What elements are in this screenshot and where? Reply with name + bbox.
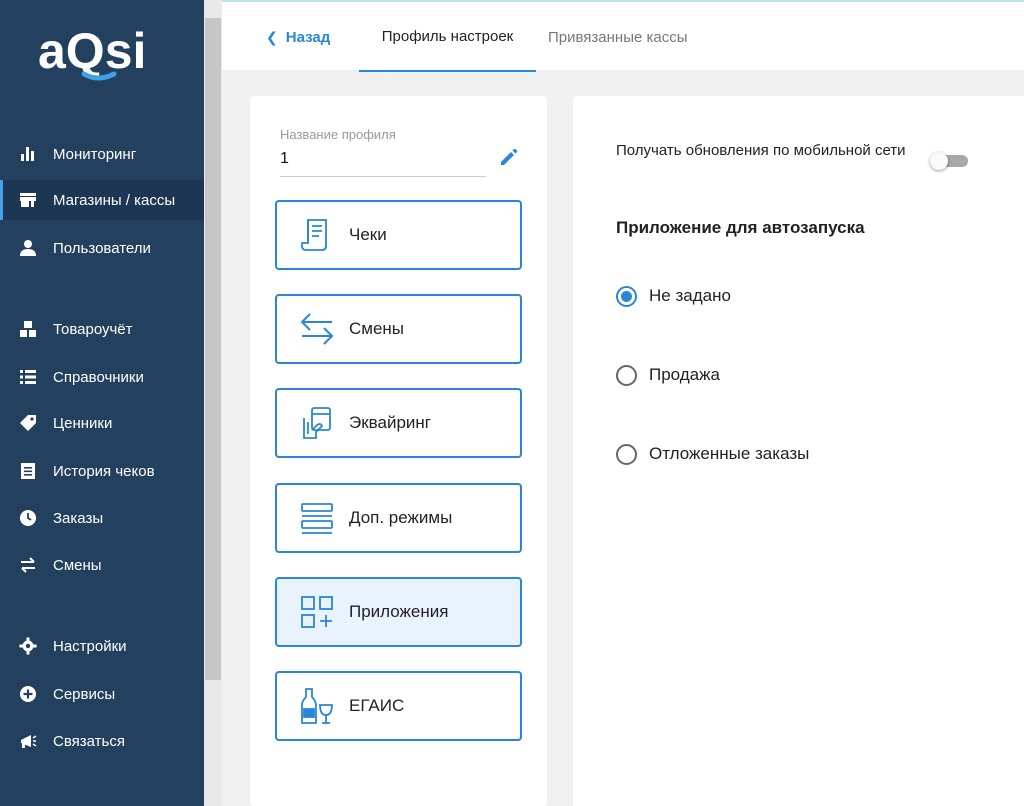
sidebar-item-label: Настройки: [53, 637, 127, 655]
category-label: Эквайринг: [349, 413, 431, 432]
receipt-icon: [18, 461, 38, 481]
card-hand-icon: [297, 403, 337, 443]
tab-linked-registers[interactable]: Привязанные кассы: [548, 2, 688, 72]
sidebar-item-directories[interactable]: Справочники: [0, 357, 204, 397]
sidebar-item-label: Пользователи: [53, 239, 151, 257]
category-extra-modes-button[interactable]: Доп. режимы: [275, 483, 522, 553]
tag-icon: [18, 413, 38, 433]
top-tab-bar: ❮ Назад Профиль настроек Привязанные кас…: [222, 0, 1024, 72]
profile-categories-panel: Название профиля 1 Чеки Смены Эквайринг …: [250, 96, 547, 806]
sidebar-item-label: Сервисы: [53, 685, 116, 703]
back-link-label: Назад: [285, 28, 331, 46]
radio-button[interactable]: [616, 285, 637, 307]
svg-text:aQsi: aQsi: [38, 23, 146, 79]
sidebar-item-label: Справочники: [53, 368, 144, 386]
sidebar-item-label: Товароучёт: [53, 320, 133, 338]
sidebar-item-stores[interactable]: Магазины / кассы: [0, 180, 204, 220]
category-receipts-button[interactable]: Чеки: [275, 200, 522, 270]
sidebar-item-orders[interactable]: Заказы: [0, 498, 204, 538]
category-label: Приложения: [349, 602, 449, 621]
pencil-icon[interactable]: [498, 146, 520, 168]
sidebar: aQsi Мониторинг Магазины / кассы Пользов…: [0, 0, 204, 806]
arrows-swap-icon: [297, 309, 337, 349]
category-shifts-button[interactable]: Смены: [275, 294, 522, 364]
megaphone-icon: [18, 731, 38, 751]
autostart-option-sale[interactable]: Продажа: [616, 362, 720, 388]
swap-icon: [18, 555, 38, 575]
receipt-doc-icon: [297, 215, 337, 255]
autostart-option-deferred-orders[interactable]: Отложенные заказы: [616, 441, 809, 467]
gear-icon: [18, 636, 38, 656]
store-icon: [18, 190, 38, 210]
sidebar-item-users[interactable]: Пользователи: [0, 228, 204, 268]
apps-settings-panel: Получать обновления по мобильной сети Пр…: [573, 96, 1024, 806]
sidebar-item-inventory[interactable]: Товароучёт: [0, 309, 204, 349]
radio-button[interactable]: [616, 364, 637, 386]
radio-label: Отложенные заказы: [649, 444, 810, 463]
category-label: Смены: [349, 319, 405, 338]
sidebar-item-label: История чеков: [53, 462, 155, 480]
sidebar-scrollbar-thumb[interactable]: [205, 18, 221, 680]
sidebar-item-monitoring[interactable]: Мониторинг: [0, 134, 204, 174]
profile-name-underline: [280, 176, 486, 177]
sidebar-item-label: Магазины / кассы: [53, 191, 176, 209]
bar-chart-icon: [18, 144, 38, 164]
bottle-glass-icon: [297, 686, 337, 726]
sidebar-item-services[interactable]: Сервисы: [0, 674, 204, 714]
user-icon: [18, 238, 38, 258]
category-label: ЕГАИС: [349, 696, 405, 715]
category-apps-button[interactable]: Приложения: [275, 577, 522, 647]
sidebar-item-label: Связаться: [53, 732, 125, 750]
list-icon: [18, 367, 38, 387]
autostart-section-title: Приложение для автозапуска: [616, 218, 865, 237]
radio-button[interactable]: [616, 443, 637, 465]
sidebar-item-label: Мониторинг: [53, 145, 137, 163]
category-acquiring-button[interactable]: Эквайринг: [275, 388, 522, 458]
sidebar-item-label: Заказы: [53, 509, 104, 527]
category-label: Чеки: [349, 225, 387, 244]
profile-name-label: Название профиля: [280, 127, 396, 142]
profile-name-value[interactable]: 1: [280, 150, 289, 168]
autostart-option-none[interactable]: Не задано: [616, 283, 731, 309]
category-label: Доп. режимы: [349, 508, 453, 527]
radio-label: Продажа: [649, 365, 720, 384]
back-link[interactable]: ❮ Назад: [266, 2, 330, 72]
sidebar-item-receipt-history[interactable]: История чеков: [0, 451, 204, 491]
plus-circle-icon: [18, 684, 38, 704]
aqsi-logo[interactable]: aQsi: [38, 22, 178, 88]
sidebar-item-shifts[interactable]: Смены: [0, 545, 204, 585]
mobile-updates-toggle[interactable]: [930, 152, 970, 170]
sidebar-item-contact[interactable]: Связаться: [0, 721, 204, 761]
tab-settings-profile[interactable]: Профиль настроек: [359, 2, 536, 72]
sidebar-item-label: Смены: [53, 556, 102, 574]
sidebar-item-settings[interactable]: Настройки: [0, 626, 204, 666]
chevron-left-icon: ❮: [266, 28, 278, 45]
clock-icon: [18, 508, 38, 528]
boxes-icon: [18, 319, 38, 339]
radio-label: Не задано: [649, 286, 731, 305]
apps-grid-icon: [297, 592, 337, 632]
mobile-updates-label: Получать обновления по мобильной сети: [616, 142, 906, 159]
sidebar-item-pricetags[interactable]: Ценники: [0, 403, 204, 443]
stack-lines-icon: [297, 498, 337, 538]
toggle-knob: [930, 152, 948, 170]
sidebar-item-label: Ценники: [53, 414, 113, 432]
category-egais-button[interactable]: ЕГАИС: [275, 671, 522, 741]
